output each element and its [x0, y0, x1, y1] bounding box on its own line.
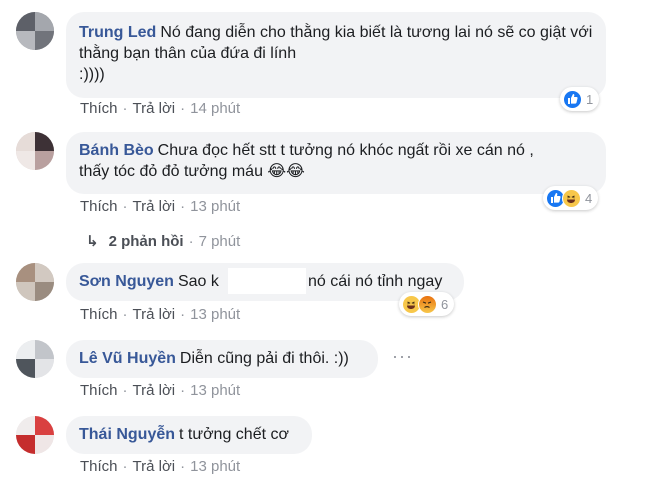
- reply-arrow-icon: ↳: [86, 233, 99, 250]
- comment-actions: Thích · Trả lời · 13 phút: [80, 382, 241, 399]
- comment-author[interactable]: Bánh Bèo: [79, 142, 154, 159]
- like-link[interactable]: Thích: [80, 306, 118, 323]
- comment-author[interactable]: Lê Vũ Huyền: [79, 350, 176, 367]
- like-icon: [563, 89, 582, 109]
- reaction-summary[interactable]: 1: [560, 87, 600, 111]
- reaction-count: 4: [585, 190, 593, 206]
- like-link[interactable]: Thích: [80, 382, 118, 399]
- comment-bubble: Trung Led Nó đang diễn cho thằng kia biết…: [66, 12, 606, 98]
- comment-text: Sao k: [177, 273, 219, 290]
- replies-count[interactable]: 2 phản hồi: [109, 233, 184, 250]
- reaction-count: 6: [441, 296, 449, 312]
- reaction-count: 1: [586, 91, 594, 107]
- comment-actions: Thích · Trả lời · 14 phút: [80, 100, 241, 117]
- more-options-icon[interactable]: ···: [392, 346, 413, 367]
- comment-author[interactable]: Thái Nguyễn: [79, 426, 175, 443]
- comment-text-line2: thấy tóc đỏ đỏ tưởng máu 😂😂: [79, 163, 305, 180]
- comment-actions: Thích · Trả lời · 13 phút: [80, 198, 241, 215]
- reply-link[interactable]: Trả lời: [133, 100, 176, 117]
- comment-text: t tưởng chết cơ: [179, 426, 289, 443]
- reaction-summary[interactable]: 4: [543, 186, 599, 210]
- reply-link[interactable]: Trả lời: [133, 306, 176, 323]
- angry-icon: [418, 294, 437, 314]
- avatar[interactable]: [16, 12, 54, 50]
- avatar[interactable]: [16, 132, 54, 170]
- comment-bubble: Thái Nguyễn t tưởng chết cơ: [66, 416, 312, 454]
- comment-actions: Thích · Trả lời · 13 phút: [80, 458, 241, 475]
- comment-time[interactable]: 13 phút: [190, 198, 240, 215]
- reply-link[interactable]: Trả lời: [133, 198, 176, 215]
- comment-bubble: Bánh Bèo Chưa đọc hết stt t tưởng nó khóc…: [66, 132, 606, 194]
- like-link[interactable]: Thích: [80, 458, 118, 475]
- comment-text-line2: :)))): [79, 66, 105, 83]
- haha-icon: [562, 188, 581, 208]
- like-link[interactable]: Thích: [80, 100, 118, 117]
- comment-time[interactable]: 13 phút: [190, 458, 240, 475]
- reply-link[interactable]: Trả lời: [133, 382, 176, 399]
- like-link[interactable]: Thích: [80, 198, 118, 215]
- avatar[interactable]: [16, 416, 54, 454]
- comment-text: Chưa đọc hết stt t tưởng nó khóc ngất rồ…: [157, 142, 534, 159]
- comment-text: Diễn cũng pải đi thôi. :)): [179, 350, 349, 367]
- comment-time[interactable]: 14 phút: [190, 100, 240, 117]
- reaction-summary[interactable]: 6: [399, 292, 455, 316]
- reply-link[interactable]: Trả lời: [133, 458, 176, 475]
- comment-time[interactable]: 13 phút: [190, 306, 240, 323]
- avatar[interactable]: [16, 340, 54, 378]
- comment-author[interactable]: Trung Led: [79, 24, 156, 41]
- comment-text-tail: nó cái nó tỉnh ngay: [308, 273, 443, 290]
- replies-time: 7 phút: [198, 233, 241, 250]
- comment-bubble: Lê Vũ Huyền Diễn cũng pải đi thôi. :)): [66, 340, 378, 378]
- comment-time[interactable]: 13 phút: [190, 382, 240, 399]
- redaction-block: [228, 268, 306, 294]
- comment-actions: Thích · Trả lời · 13 phút: [80, 306, 241, 323]
- avatar[interactable]: [16, 263, 54, 301]
- view-replies-link[interactable]: ↳ 2 phản hồi · 7 phút: [86, 232, 240, 250]
- comment-author[interactable]: Sơn Nguyen: [79, 273, 174, 290]
